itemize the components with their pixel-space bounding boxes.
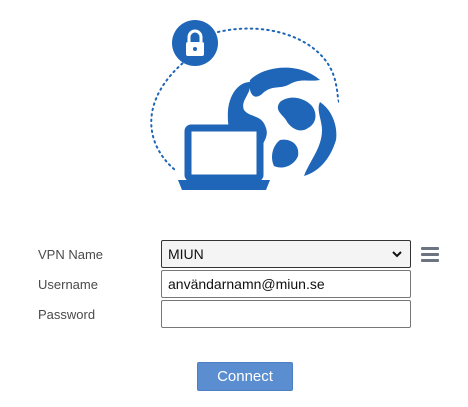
- connect-button[interactable]: Connect: [197, 362, 293, 391]
- password-label: Password: [38, 307, 96, 322]
- vpn-name-select[interactable]: MIUN: [161, 240, 411, 268]
- hamburger-menu-icon[interactable]: [421, 247, 439, 263]
- chevron-down-icon: [392, 251, 402, 258]
- menu-bar: [421, 259, 439, 262]
- menu-bar: [421, 247, 439, 250]
- username-value: användarnamn@miun.se: [168, 276, 325, 292]
- username-input[interactable]: användarnamn@miun.se: [161, 270, 411, 298]
- vpn-name-selected-value: MIUN: [168, 246, 204, 262]
- menu-bar: [421, 253, 439, 256]
- vpn-illustration: [140, 10, 341, 200]
- lock-icon: [172, 20, 218, 66]
- vpn-name-label: VPN Name: [38, 247, 104, 262]
- password-input[interactable]: [161, 300, 411, 328]
- laptop-icon: [178, 124, 270, 190]
- username-label: Username: [38, 277, 98, 292]
- vpn-illustration-svg: [150, 20, 341, 190]
